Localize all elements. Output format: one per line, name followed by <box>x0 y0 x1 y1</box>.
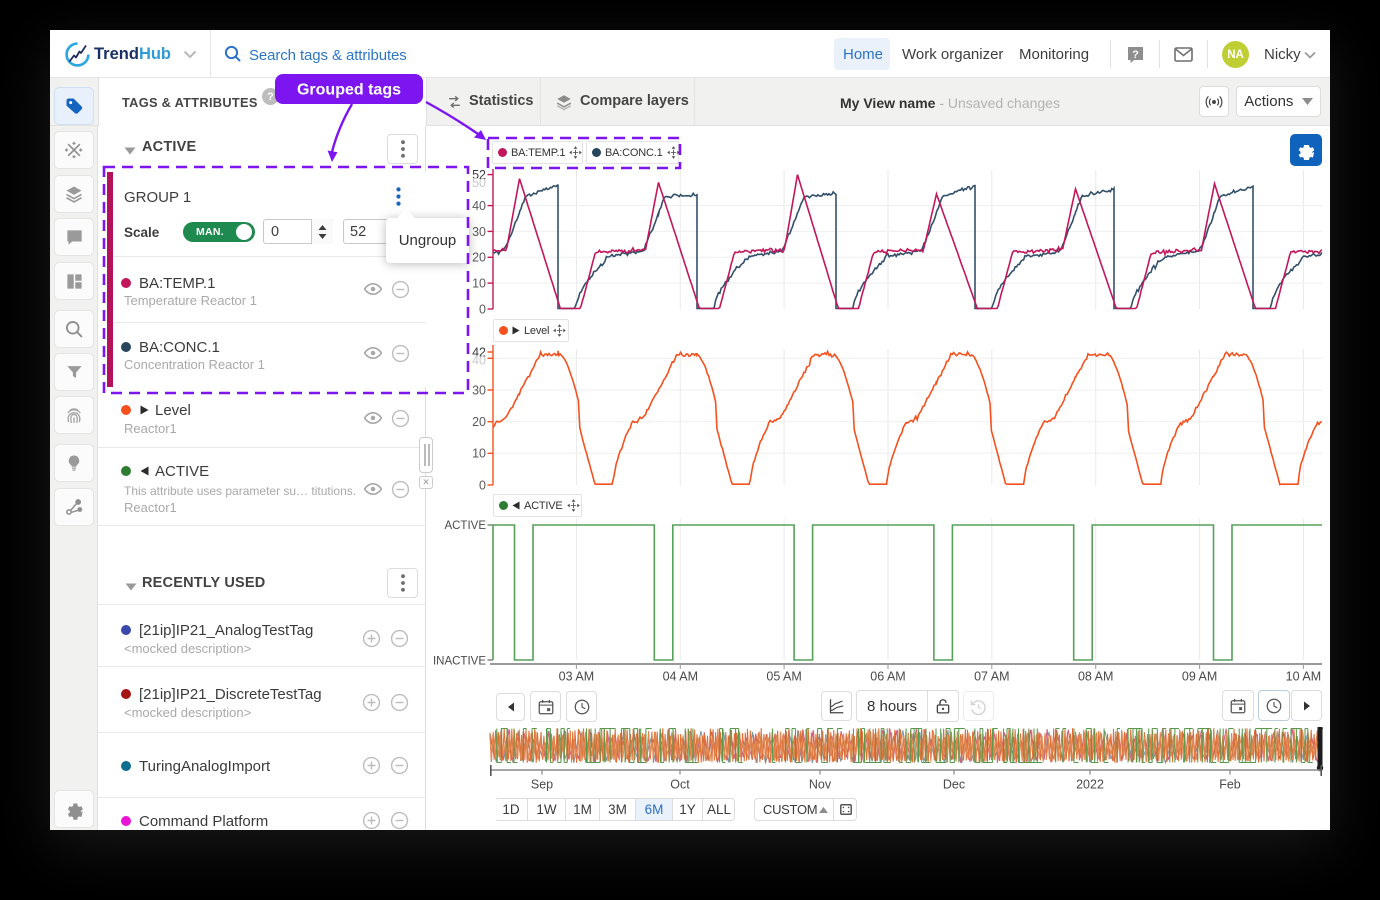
svg-text:Grouped tags: Grouped tags <box>297 82 401 99</box>
